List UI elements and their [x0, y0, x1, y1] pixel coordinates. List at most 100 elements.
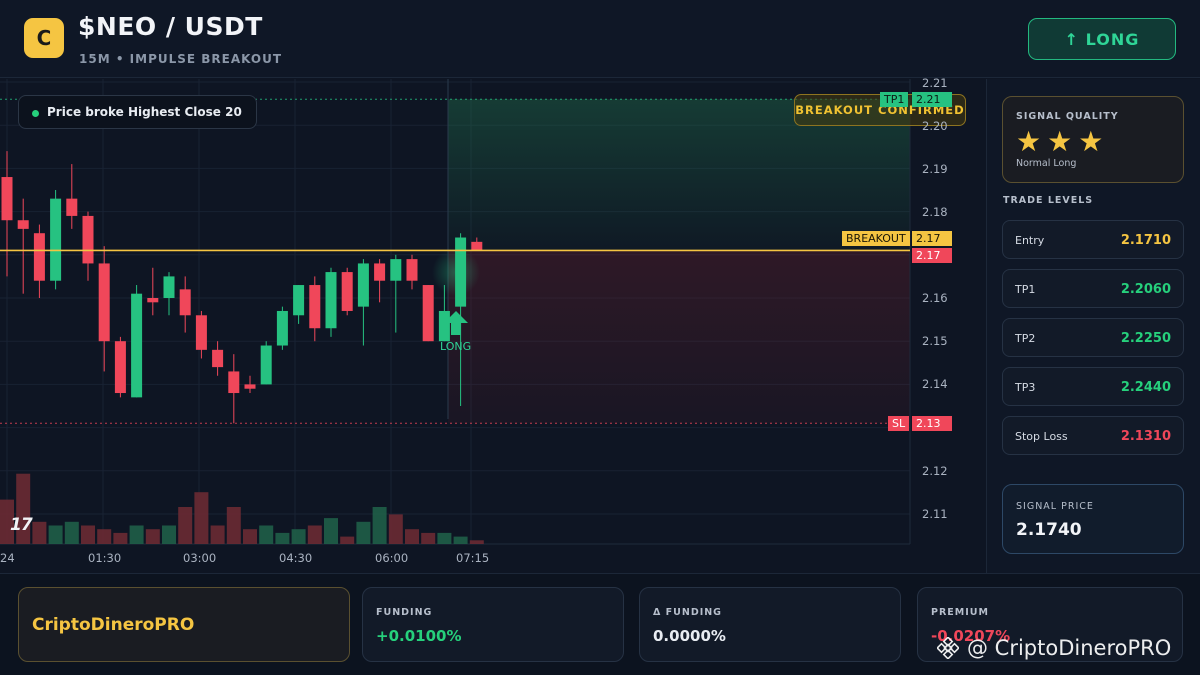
price-axis-label: 2.11 — [922, 507, 948, 521]
candlestick-chart-svg[interactable] — [0, 79, 986, 573]
volume-bar — [356, 521, 371, 544]
volume-bar — [194, 492, 209, 544]
delta-funding-title: Δ FUNDING — [653, 607, 722, 618]
volume-bar — [307, 525, 322, 544]
trade-level-value: 2.1310 — [1120, 429, 1171, 444]
volume-bar — [324, 518, 338, 544]
funding-card: FUNDING +0.0100% — [362, 587, 624, 662]
volume-bar — [275, 532, 290, 544]
tp1-price-tag: 2.21 — [912, 92, 952, 107]
candle-body — [357, 263, 369, 307]
trade-level-name: Entry — [1015, 234, 1045, 247]
price-axis-label: 2.12 — [922, 464, 948, 478]
volume-bar — [405, 529, 419, 544]
brand-card: CriptoDineroPRO — [18, 587, 350, 662]
signal-quality-subtitle: Normal Long — [1016, 158, 1077, 169]
candle-body — [1, 177, 13, 221]
candle-body — [147, 298, 159, 303]
signal-quality-title: SIGNAL QUALITY — [1016, 111, 1119, 122]
long-direction-button[interactable]: ↑ LONG — [1028, 18, 1176, 60]
candle-body — [17, 220, 29, 229]
price-chart[interactable] — [0, 79, 986, 573]
volume-bar — [437, 532, 452, 544]
candle-body — [33, 233, 45, 281]
price-axis-label: 2.15 — [922, 334, 948, 348]
candle-body — [244, 384, 256, 389]
volume-bar — [48, 525, 63, 544]
price-axis-label: 2.21 — [922, 76, 948, 90]
volume-bar — [372, 507, 387, 544]
trade-level-entry: Entry 2.1710 — [1002, 220, 1184, 259]
volume-bar — [291, 529, 306, 544]
strategy-subtitle: 15M • IMPULSE BREAKOUT — [79, 52, 283, 66]
signal-price-card: SIGNAL PRICE 2.1740 — [1002, 484, 1184, 554]
brand-logo: C — [24, 18, 64, 58]
signal-price-value: 2.1740 — [1016, 520, 1082, 540]
candle-body — [179, 289, 191, 316]
breakout-price-tag: 2.17 — [912, 231, 952, 246]
long-signal-label: LONG — [440, 340, 472, 353]
trade-level-tp2: TP2 2.2250 — [1002, 318, 1184, 357]
status-dot-icon — [32, 110, 39, 117]
volume-bar — [97, 529, 112, 544]
time-axis-label: 04:30 — [279, 551, 313, 565]
candle-body — [390, 259, 402, 281]
funding-value: +0.0100% — [376, 627, 462, 645]
volume-bar — [64, 521, 79, 544]
trade-level-name: TP1 — [1015, 283, 1036, 296]
candle-body — [406, 259, 418, 281]
trade-level-tp1: TP1 2.2060 — [1002, 269, 1184, 308]
tp1-line-tag: TP1 — [880, 92, 909, 107]
volume-bar — [226, 507, 241, 544]
candle-body — [341, 272, 353, 311]
volume-bar — [210, 525, 225, 544]
volume-bar — [469, 540, 484, 544]
candle-body — [212, 349, 224, 368]
price-axis-label: 2.14 — [922, 377, 948, 391]
candle-body — [114, 341, 126, 394]
time-axis-label: 07:15 — [456, 551, 490, 565]
volume-bar — [340, 536, 355, 544]
candle-body — [455, 237, 467, 307]
volume-bar — [32, 521, 47, 544]
delta-funding-value: 0.0000% — [653, 627, 726, 645]
candle-body — [422, 285, 434, 342]
volume-bar — [113, 532, 128, 544]
volume-bar — [243, 529, 257, 544]
price-axis-label: 2.20 — [922, 119, 948, 133]
trade-level-tp3: TP3 2.2440 — [1002, 367, 1184, 406]
signal-price-title: SIGNAL PRICE — [1016, 501, 1094, 512]
time-axis-label: 01:30 — [88, 551, 122, 565]
candle-body — [163, 276, 175, 298]
app-root: C $NEO / USDT 15M • IMPULSE BREAKOUT ↑ L… — [0, 0, 1200, 675]
time-axis-label: 06:00 — [375, 551, 409, 565]
candle-body — [276, 310, 288, 346]
volume-bar — [178, 507, 193, 544]
breakout-annotation: Price broke Highest Close 20 — [18, 95, 257, 129]
premium-title: PREMIUM — [931, 607, 989, 618]
volume-bar — [421, 532, 436, 544]
trade-level-name: TP2 — [1015, 332, 1036, 345]
candle-body — [309, 285, 321, 329]
star-rating-icon: ★★★ — [1016, 125, 1110, 158]
candle-body — [82, 215, 94, 264]
volume-bar — [129, 525, 144, 544]
candle-body — [293, 285, 305, 316]
volume-bar — [145, 529, 160, 544]
binance-logo-icon — [936, 636, 960, 660]
time-axis-label: 24 — [0, 551, 15, 565]
trade-level-stop-loss: Stop Loss 2.1310 — [1002, 416, 1184, 455]
price-axis-label: 2.19 — [922, 162, 948, 176]
time-axis-label: 03:00 — [183, 551, 217, 565]
pair-title: $NEO / USDT — [78, 12, 263, 41]
price-axis-label: 2.16 — [922, 291, 948, 305]
breakout-line-tag: BREAKOUT — [842, 231, 910, 246]
candle-body — [260, 345, 272, 385]
signal-quality-card: SIGNAL QUALITY ★★★ Normal Long — [1002, 96, 1184, 183]
stop-loss-zone — [448, 250, 910, 424]
last-price-tag: 2.17 — [912, 248, 952, 263]
candle-body — [98, 263, 110, 342]
price-axis-label: 2.18 — [922, 205, 948, 219]
annotation-text: Price broke Highest Close 20 — [47, 105, 242, 119]
candle-body — [50, 198, 62, 281]
